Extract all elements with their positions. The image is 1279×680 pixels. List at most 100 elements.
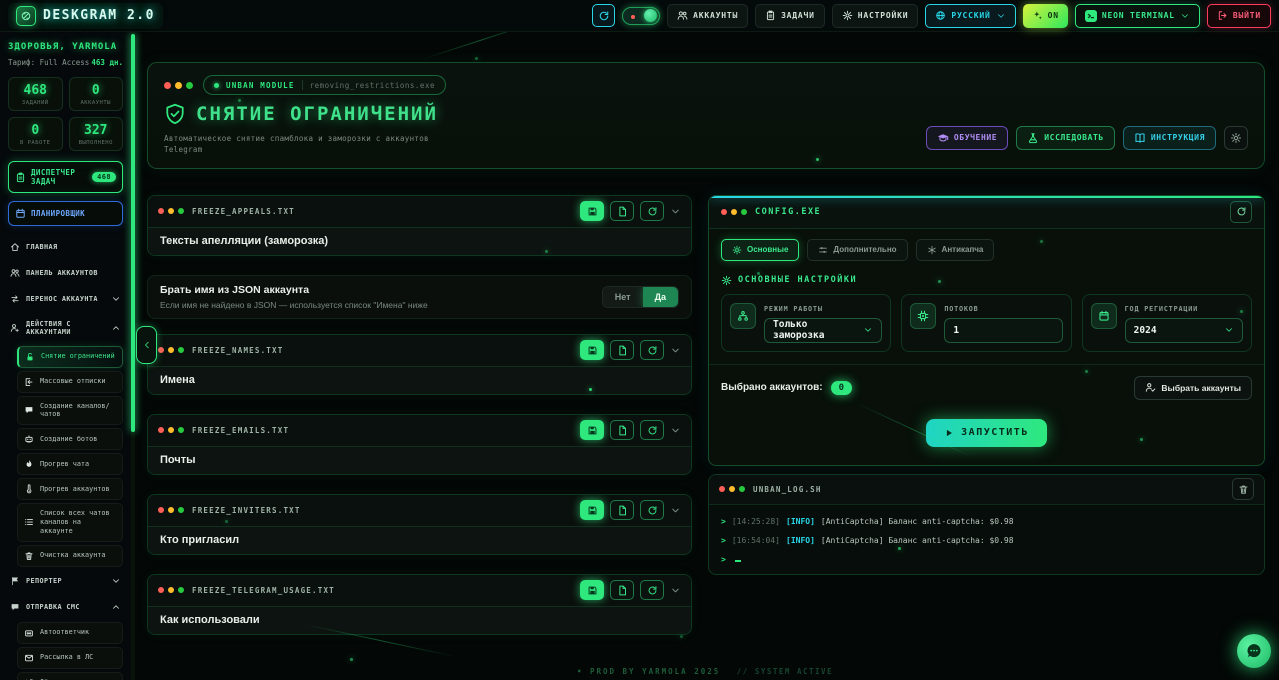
sidebar-subitem-leave[interactable]: Массовые отписки <box>17 371 123 393</box>
traffic-light-green <box>178 507 184 513</box>
field-select[interactable]: Только заморозка <box>764 318 882 343</box>
chevron-left-icon <box>142 340 152 350</box>
toggle-led <box>631 15 635 19</box>
file-content[interactable]: Как использовали <box>148 607 691 634</box>
traffic-lights <box>719 486 745 492</box>
expand-chevron[interactable] <box>670 341 681 360</box>
file-content[interactable]: Кто пригласил <box>148 527 691 554</box>
tab-asterisk[interactable]: Антикапча <box>916 239 995 261</box>
chevron-down-icon <box>1180 11 1190 21</box>
save-icon <box>587 505 598 516</box>
chat-icon <box>24 405 34 415</box>
sidebar-subitem-unlock[interactable]: Снятие ограничений <box>17 346 123 368</box>
toggle-option-yes[interactable]: Да <box>643 287 678 307</box>
theme-selector[interactable]: NEON TERMINAL <box>1075 4 1200 28</box>
instruction-button[interactable]: ИНСТРУКЦИЯ <box>1123 126 1216 150</box>
sidebar-subitem-phone[interactable]: Обзвон <box>17 672 123 680</box>
language-button[interactable]: РУССКИЙ <box>925 4 1015 28</box>
accounts-button[interactable]: АККАУНТЫ <box>667 4 748 28</box>
traffic-lights <box>164 82 193 89</box>
open-file-button[interactable] <box>610 500 634 520</box>
sidebar-subitem-chat[interactable]: Создание каналов/чатов <box>17 396 123 426</box>
config-refresh-button[interactable] <box>1230 201 1252 223</box>
config-window-title: CONFIG.EXE <box>755 207 821 217</box>
open-file-button[interactable] <box>610 340 634 360</box>
field-select[interactable]: 2024 <box>1125 318 1243 343</box>
settings-button[interactable]: НАСТРОЙКИ <box>832 4 919 28</box>
task-manager-label: ДИСПЕТЧЕР ЗАДАЧ <box>31 168 87 186</box>
task-manager-button[interactable]: ДИСПЕТЧЕР ЗАДАЧ 468 <box>8 161 123 193</box>
logout-button[interactable]: ВЫЙТИ <box>1207 4 1271 28</box>
sidebar-item-user-actions[interactable]: ДЕЙСТВИЯ С АККАУНТАМИ <box>8 312 123 344</box>
open-file-button[interactable] <box>610 201 634 221</box>
file-content[interactable]: Тексты апелляции (заморозка) <box>148 228 691 255</box>
file-card: FREEZE_INVITERS.TXTКто пригласил <box>147 494 692 555</box>
sidebar-item-transfer[interactable]: ПЕРЕНОС АККАУНТА <box>8 286 123 312</box>
toggle-option-no[interactable]: Нет <box>603 287 643 307</box>
chevron-down-icon <box>111 294 121 304</box>
reload-file-button[interactable] <box>640 201 664 221</box>
prompt-symbol: > <box>721 555 726 564</box>
config-column: CONFIG.EXE Основные Дополнительно Антикапч… <box>708 195 1265 654</box>
open-file-button[interactable] <box>610 420 634 440</box>
sidebar-item-home[interactable]: ГЛАВНАЯ <box>8 234 123 260</box>
reload-file-button[interactable] <box>640 340 664 360</box>
save-button[interactable] <box>580 500 604 520</box>
pill-divider <box>302 80 303 90</box>
save-button[interactable] <box>580 580 604 600</box>
module-settings-button[interactable] <box>1224 126 1248 150</box>
app-window: DESKGRAM 2.0 АККАУНТЫ ЗАДАЧИ НАСТРОЙКИ Р… <box>0 0 1279 680</box>
tasks-button[interactable]: ЗАДАЧИ <box>755 4 825 28</box>
workflow-icon <box>730 303 756 329</box>
research-button[interactable]: ИССЛЕДОВАТЬ <box>1016 126 1115 150</box>
reload-file-button[interactable] <box>640 420 664 440</box>
expand-chevron[interactable] <box>670 581 681 600</box>
toggle-knob <box>644 9 657 22</box>
sidebar-item-chat[interactable]: ОТПРАВКА СМС <box>8 594 123 620</box>
trash-icon <box>24 551 34 561</box>
effects-on-button[interactable]: ON <box>1023 4 1068 28</box>
sidebar-item-flag[interactable]: РЕПОРТЕР <box>8 568 123 594</box>
sidebar-subitem-thermometer[interactable]: Прогрев аккаунтов <box>17 478 123 500</box>
sidebar-subitem-trash[interactable]: Очистка аккаунта <box>17 545 123 567</box>
sidebar-item-label: Прогрев аккаунтов <box>40 485 110 494</box>
select-accounts-button[interactable]: Выбрать аккаунты <box>1134 376 1252 400</box>
file-content[interactable]: Почты <box>148 447 691 474</box>
task-manager-badge: 468 <box>92 172 116 182</box>
run-button[interactable]: ЗАПУСТИТЬ <box>926 419 1047 447</box>
reload-file-button[interactable] <box>640 500 664 520</box>
sync-button[interactable] <box>592 4 615 27</box>
chat-support-button[interactable] <box>1237 634 1271 668</box>
tab-gear[interactable]: Основные <box>721 239 799 261</box>
log-output: >[14:25:28][INFO][AntiCaptcha] Баланс an… <box>709 505 1264 574</box>
field-input[interactable] <box>944 318 1062 343</box>
clear-log-button[interactable] <box>1232 478 1254 500</box>
file-content[interactable]: Имена <box>148 367 691 394</box>
scheduler-button[interactable]: ПЛАНИРОВЩИК <box>8 201 123 226</box>
save-button[interactable] <box>580 340 604 360</box>
reload-file-button[interactable] <box>640 580 664 600</box>
training-button[interactable]: ОБУЧЕНИЕ <box>926 126 1008 150</box>
sidebar-subitem-flame[interactable]: Прогрев чата <box>17 453 123 475</box>
sidebar-subitem-robot[interactable]: Создание ботов <box>17 428 123 450</box>
effects-toggle[interactable] <box>622 7 660 25</box>
users-icon <box>677 10 688 21</box>
file-card: FREEZE_APPEALS.TXTТексты апелляции (замо… <box>147 195 692 256</box>
sidebar-subitem-mail[interactable]: Рассылка в ЛС <box>17 647 123 669</box>
expand-chevron[interactable] <box>670 501 681 520</box>
run-button-label: ЗАПУСТИТЬ <box>961 427 1029 438</box>
sidebar-item-users[interactable]: ПАНЕЛЬ АККАУНТОВ <box>8 260 123 286</box>
expand-chevron[interactable] <box>670 421 681 440</box>
file-card-header: FREEZE_NAMES.TXT <box>148 335 691 367</box>
sidebar-collapse-handle[interactable] <box>136 326 157 364</box>
refresh-icon <box>1236 206 1247 217</box>
open-file-button[interactable] <box>610 580 634 600</box>
tab-sliders[interactable]: Дополнительно <box>807 239 907 261</box>
book-icon <box>1134 132 1146 144</box>
save-button[interactable] <box>580 420 604 440</box>
save-button[interactable] <box>580 201 604 221</box>
brand[interactable]: DESKGRAM 2.0 <box>8 3 163 29</box>
expand-chevron[interactable] <box>670 202 681 221</box>
sidebar-subitem-list[interactable]: Список всех чатов каналов на аккаунте <box>17 503 123 541</box>
sidebar-subitem-inbox[interactable]: Автоответчик <box>17 622 123 644</box>
